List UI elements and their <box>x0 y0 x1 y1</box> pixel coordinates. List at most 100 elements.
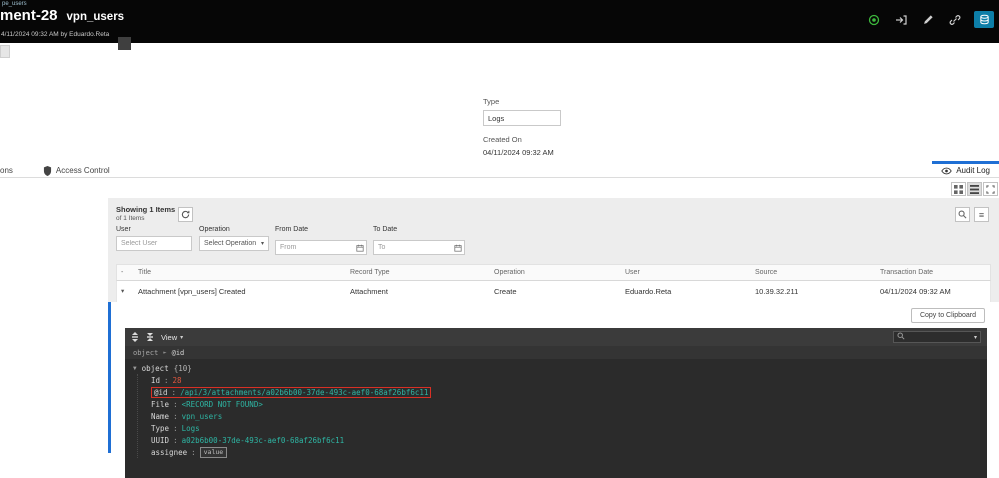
json-value: vpn_users <box>181 411 223 421</box>
page-title: ment-28 <box>0 7 58 24</box>
operation-filter-value: Select Operation <box>204 240 257 247</box>
to-date-filter: To Date <box>373 226 465 255</box>
json-field-uuid: UUID: a02b6b00-37de-493c-aef0-68af26bf6c1… <box>151 434 987 446</box>
json-value: /api/3/attachments/a02b6b00-37de-493c-ae… <box>180 387 429 397</box>
tab-partial[interactable]: ons <box>0 161 19 177</box>
audit-log-panel: Showing 1 Items of 1 Items ≡ User Operat… <box>108 198 999 478</box>
header-actions <box>866 11 994 28</box>
search-button[interactable] <box>955 207 970 222</box>
expand-view-button[interactable] <box>983 182 998 196</box>
cell-source: 10.39.32.211 <box>755 287 799 296</box>
colon: : <box>171 387 177 397</box>
json-key[interactable]: Id <box>151 376 160 385</box>
chevron-down-icon: ▾ <box>180 334 184 341</box>
operation-filter-label: Operation <box>199 226 230 233</box>
record-avatar <box>118 37 131 50</box>
crumb-arrow-icon: ► <box>163 349 167 356</box>
list-view-button[interactable] <box>967 182 982 196</box>
cell-operation: Create <box>494 287 517 296</box>
row-expand-caret[interactable]: ▾ <box>117 281 134 302</box>
created-on-label: Created On <box>483 135 522 144</box>
json-field-assignee: assignee: value <box>151 446 987 458</box>
audit-table: - Title Record Type Operation User Sourc… <box>116 264 991 303</box>
refresh-button[interactable] <box>178 207 193 222</box>
view-menu[interactable]: View ▾ <box>161 333 183 342</box>
shield-icon <box>43 165 52 176</box>
collapse-all-icon[interactable] <box>146 332 154 342</box>
user-filter-input[interactable] <box>116 236 192 251</box>
json-value: <RECORD NOT FOUND> <box>181 399 263 409</box>
type-field[interactable]: Logs <box>483 110 561 126</box>
json-key[interactable]: Name <box>151 412 169 421</box>
view-toggles <box>951 182 998 196</box>
col-expander: - <box>121 269 124 276</box>
tab-partial-label: ons <box>0 166 13 175</box>
calendar-icon[interactable] <box>454 239 462 257</box>
edit-icon[interactable] <box>920 12 936 28</box>
table-row[interactable]: ▾ Attachment [vpn_users] Created Attachm… <box>116 281 991 303</box>
json-field-type: Type: Logs <box>151 422 987 434</box>
json-key[interactable]: File <box>151 400 169 409</box>
json-key[interactable]: assignee <box>151 448 187 457</box>
showing-total: of 1 Items <box>116 215 145 222</box>
json-value: 28 <box>172 375 182 385</box>
eye-icon <box>941 167 952 175</box>
operation-filter-select[interactable]: Select Operation ▾ <box>199 236 269 251</box>
cell-transaction-date: 04/11/2024 09:32 AM <box>880 287 951 296</box>
from-date-input[interactable] <box>275 240 367 255</box>
chevron-down-icon: ▾ <box>973 334 977 341</box>
record-name: vpn_users <box>66 11 125 23</box>
expanded-row-detail: Copy to Clipboard View ▾ ▾ object ► @id … <box>108 302 999 478</box>
json-value: Logs <box>181 423 200 433</box>
col-transaction-date[interactable]: Transaction Date <box>876 265 990 280</box>
calendar-icon[interactable] <box>356 239 364 257</box>
json-root-row: ▼ object {10} <box>133 362 987 374</box>
to-date-input[interactable] <box>373 240 465 255</box>
json-field-file: File: <RECORD NOT FOUND> <box>151 398 987 410</box>
user-filter: User <box>116 226 192 251</box>
col-record-type[interactable]: Record Type <box>346 265 490 280</box>
crumb-leaf[interactable]: @id <box>172 349 185 357</box>
collapse-caret-icon[interactable]: ▼ <box>133 365 137 372</box>
type-label: Type <box>483 97 500 106</box>
json-field-at-id: @id:/api/3/attachments/a02b6b00-37de-493… <box>151 386 987 398</box>
col-operation[interactable]: Operation <box>490 265 621 280</box>
chevron-down-icon: ▾ <box>260 241 264 247</box>
to-date-label: To Date <box>373 226 398 233</box>
showing-count: Showing 1 Items <box>116 205 176 214</box>
link-icon[interactable] <box>947 12 963 28</box>
record-details: Type Logs Created On 04/11/2024 09:32 AM <box>483 97 613 157</box>
record-tabbar: ons Access Control Audit Log <box>0 161 999 178</box>
user-filter-label: User <box>116 226 131 233</box>
col-title[interactable]: Title <box>134 265 346 280</box>
colon: : <box>173 423 178 433</box>
copy-to-clipboard-button[interactable]: Copy to Clipboard <box>910 308 985 323</box>
export-icon[interactable] <box>893 12 909 28</box>
tab-audit-log[interactable]: Audit Log <box>932 161 999 177</box>
status-icon[interactable] <box>866 12 882 28</box>
crumb-root[interactable]: object <box>133 349 158 357</box>
collapsed-panel-handle[interactable] <box>0 45 10 58</box>
cell-title[interactable]: Attachment [vpn_users] Created <box>134 281 346 302</box>
search-icon <box>897 332 905 342</box>
json-search-input[interactable]: ▾ <box>893 331 981 343</box>
created-on-value: 04/11/2024 09:32 AM <box>483 148 554 157</box>
json-breadcrumb: object ► @id <box>125 346 987 359</box>
json-key[interactable]: @id <box>154 388 168 397</box>
json-view-icon[interactable] <box>974 11 994 28</box>
from-date-label: From Date <box>275 226 309 233</box>
cell-user: Eduardo.Reta <box>625 287 672 296</box>
json-key[interactable]: Type <box>151 424 169 433</box>
menu-icon: ≡ <box>978 209 985 220</box>
expand-all-icon[interactable] <box>131 332 139 342</box>
col-source[interactable]: Source <box>751 265 876 280</box>
json-root-key[interactable]: object <box>142 364 169 373</box>
col-user[interactable]: User <box>621 265 751 280</box>
tab-access-control[interactable]: Access Control <box>33 161 120 177</box>
grid-view-button[interactable] <box>951 182 966 196</box>
tab-access-label: Access Control <box>55 166 110 175</box>
json-key[interactable]: UUID <box>151 436 169 445</box>
menu-button[interactable]: ≡ <box>974 207 989 222</box>
json-viewer-toolbar: View ▾ ▾ <box>125 328 987 346</box>
type-value: Logs <box>488 113 505 123</box>
